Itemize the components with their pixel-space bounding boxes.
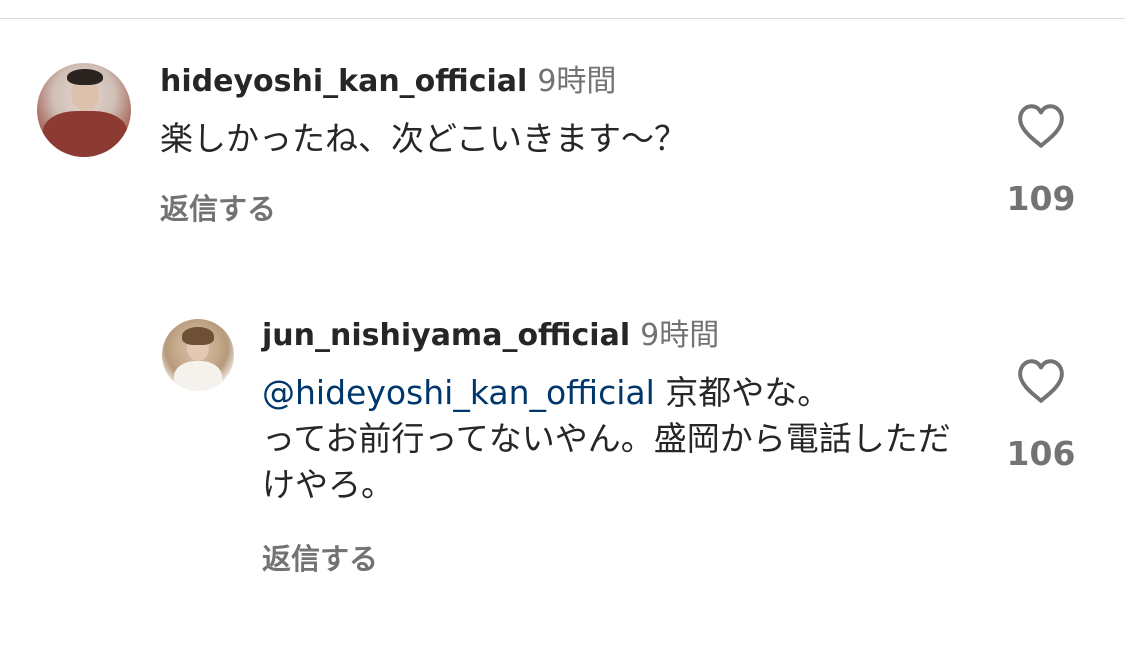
like-count: 106 [1006, 434, 1076, 473]
avatar-hair-shape [67, 69, 103, 85]
comment-username[interactable]: jun_nishiyama_official [262, 318, 630, 353]
comment-text: @hideyoshi_kan_official 京都やな。 ってお前行ってないや… [262, 370, 952, 508]
reply-button[interactable]: 返信する [262, 542, 378, 576]
avatar-body-shape [43, 111, 127, 157]
comment-username[interactable]: hideyoshi_kan_official [160, 64, 527, 99]
comment-header: hideyoshi_kan_official 9時間 [160, 64, 616, 100]
avatar-body-shape [174, 361, 222, 391]
comment-timestamp: 9時間 [537, 64, 617, 99]
comment-text: 楽しかったね、次どこいきます〜？ [160, 119, 688, 158]
avatar-hair-shape [182, 327, 214, 345]
comment-item: hideyoshi_kan_official 9時間 楽しかったね、次どこいきます… [0, 0, 1125, 260]
comment-header: jun_nishiyama_official 9時間 [262, 318, 719, 354]
like-button[interactable]: 106 [986, 358, 1096, 474]
heart-outline-icon[interactable] [1016, 358, 1066, 404]
avatar[interactable] [162, 319, 234, 391]
like-count: 109 [1006, 179, 1076, 218]
comment-timestamp: 9時間 [640, 318, 720, 353]
mention-link[interactable]: @hideyoshi_kan_official [262, 373, 655, 412]
like-button[interactable]: 109 [986, 103, 1096, 219]
reply-comment-item: jun_nishiyama_official 9時間 @hideyoshi_kan… [0, 300, 1125, 600]
heart-outline-icon[interactable] [1016, 103, 1066, 149]
avatar[interactable] [37, 63, 131, 157]
reply-button[interactable]: 返信する [160, 192, 276, 226]
